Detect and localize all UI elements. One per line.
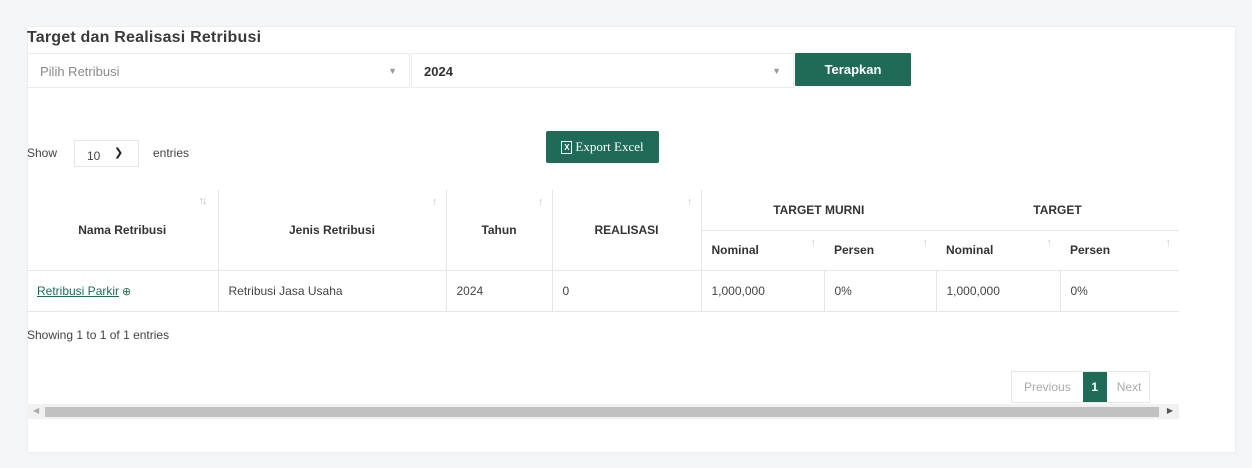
page-1-button[interactable]: 1 (1082, 372, 1107, 402)
col-header-jenis-label: Jenis Retribusi (288, 222, 376, 237)
col-group-target: TARGET (936, 190, 1179, 231)
tahun-select-value: 2024 (424, 64, 453, 79)
col-header-t-persen[interactable]: Persen ↑ (1060, 230, 1179, 271)
horizontal-scrollbar[interactable]: ◀ ▶ (27, 404, 1179, 419)
entries-label: entries (153, 146, 190, 160)
sort-icon: ↑ (432, 196, 438, 208)
cell-tm-nominal: 1,000,000 (701, 270, 825, 312)
pagination: Previous 1 Next (1011, 371, 1151, 403)
sort-icon: ↑ (538, 196, 544, 208)
col-header-tahun-label: Tahun (481, 222, 517, 237)
chevron-down-icon: ▼ (388, 66, 397, 76)
scroll-left-icon[interactable]: ◀ (33, 406, 39, 415)
col-header-tahun[interactable]: ↑ Tahun (446, 190, 553, 271)
sort-icon: ↑↓ (198, 195, 208, 207)
scrollbar-thumb[interactable] (45, 407, 1159, 417)
cell-t-persen: 0% (1060, 270, 1179, 312)
col-header-tm-nominal-label: Nominal (711, 243, 759, 257)
col-header-jenis[interactable]: ↑ Jenis Retribusi (218, 190, 447, 271)
sort-icon: ↑ (687, 196, 693, 208)
entries-per-page-select[interactable]: 10 ❯ (74, 140, 139, 167)
cell-nama: Retribusi Parkir ⊕ (27, 270, 219, 312)
col-header-nama-label: Nama Retribusi (78, 222, 167, 237)
col-header-t-nominal-label: Nominal (946, 243, 994, 257)
tahun-select[interactable]: 2024 ▼ (411, 53, 794, 88)
retribusi-select-value: Pilih Retribusi (40, 64, 120, 79)
export-excel-label: Export Excel (575, 139, 644, 154)
sort-icon: ↑ (810, 236, 817, 249)
page-title: Target dan Realisasi Retribusi (27, 29, 262, 46)
sort-icon: ↑ (1165, 236, 1172, 249)
cell-jenis: Retribusi Jasa Usaha (218, 270, 447, 312)
col-header-t-nominal[interactable]: Nominal ↑ (936, 230, 1060, 271)
table-info: Showing 1 to 1 of 1 entries (27, 328, 170, 342)
show-label: Show (27, 146, 58, 160)
cell-t-nominal: 1,000,000 (936, 270, 1061, 312)
cell-tahun: 2024 (446, 270, 553, 312)
chevron-down-icon: ❯ (114, 147, 124, 159)
entries-per-page-value: 10 (87, 149, 101, 163)
col-header-tm-persen-label: Persen (834, 243, 875, 257)
data-table-wrapper: ↑↓ Nama Retribusi ↑ Jenis Retribusi ↑ Ta… (27, 190, 1179, 312)
previous-button[interactable]: Previous (1012, 372, 1083, 402)
chevron-down-icon: ▼ (772, 66, 781, 76)
col-header-realisasi-label: REALISASI (594, 222, 659, 237)
col-header-t-persen-label: Persen (1070, 243, 1111, 257)
col-group-target-murni: TARGET MURNI (701, 190, 936, 231)
data-table: ↑↓ Nama Retribusi ↑ Jenis Retribusi ↑ Ta… (27, 190, 1179, 312)
next-button[interactable]: Next (1107, 372, 1150, 402)
cell-tm-persen: 0% (824, 270, 937, 312)
col-header-nama[interactable]: ↑↓ Nama Retribusi (27, 190, 219, 271)
col-header-tm-persen[interactable]: Persen ↑ (824, 230, 936, 271)
col-header-realisasi[interactable]: ↑ REALISASI (552, 190, 702, 271)
retribusi-select[interactable]: Pilih Retribusi ▼ (27, 53, 410, 88)
scroll-right-icon[interactable]: ▶ (1167, 406, 1173, 415)
terapkan-button[interactable]: Terapkan (795, 53, 911, 86)
expand-circle-icon[interactable]: ⊕ (122, 285, 131, 298)
cell-realisasi: 0 (552, 270, 702, 312)
excel-file-icon: X (561, 140, 573, 154)
retribusi-link[interactable]: Retribusi Parkir (37, 284, 119, 298)
export-excel-button[interactable]: X Export Excel (546, 131, 659, 163)
col-header-tm-nominal[interactable]: Nominal ↑ (701, 230, 824, 271)
sort-icon: ↑ (922, 236, 929, 249)
sort-icon: ↑ (1046, 236, 1053, 249)
table-row: Retribusi Parkir ⊕ Retribusi Jasa Usaha 2… (27, 270, 1179, 312)
